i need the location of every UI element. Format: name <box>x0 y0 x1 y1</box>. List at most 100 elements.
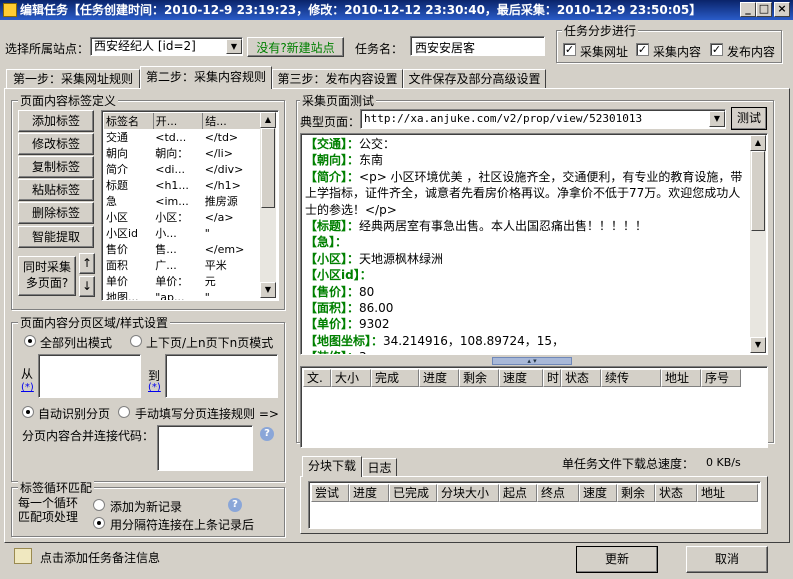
chevron-down-icon[interactable]: ▼ <box>226 39 242 54</box>
column-header[interactable]: 时 <box>543 369 561 387</box>
tag-row[interactable]: 地图... "ap... " <box>104 289 260 301</box>
note-icon[interactable] <box>14 548 32 564</box>
tab-blocks[interactable]: 分块下载 <box>302 456 362 477</box>
up-arrow-icon[interactable]: ↑ <box>79 253 95 274</box>
new-site-button[interactable]: 没有?新建站点 <box>247 37 344 57</box>
speed-value: 0 KB/s <box>706 456 741 469</box>
column-header[interactable]: 尝试 <box>311 484 349 502</box>
tag-row[interactable]: 售价 售... </em> <box>104 241 260 257</box>
splitter-grip-icon[interactable]: ▴ ▾ <box>492 357 572 365</box>
url-dropdown-icon[interactable]: ▼ <box>709 111 725 127</box>
tab-step1[interactable]: 第一步：采集网址规则 <box>6 69 140 89</box>
tag-row[interactable]: 小区 小区： </a> <box>104 209 260 225</box>
tab-step3[interactable]: 第三步：发布内容设置 <box>272 69 403 89</box>
column-header[interactable]: 大小 <box>331 369 371 387</box>
column-header[interactable]: 起点 <box>499 484 537 502</box>
tag-row[interactable]: 朝向 朝向： </li> <box>104 145 260 161</box>
url-input[interactable]: http://xa.anjuke.com/v2/prop/view/523010… <box>360 109 726 129</box>
tag-row[interactable]: 简介 <di... </div> <box>104 161 260 177</box>
tag-cell: 急 <box>106 195 117 208</box>
to-input[interactable] <box>165 354 278 398</box>
column-header[interactable]: 完成 <box>371 369 419 387</box>
delete-tag-button[interactable]: 删除标签 <box>18 202 94 224</box>
tag-list[interactable]: 标签名 开... 结... 交通 <td... </td> 朝向 朝向： </li> 简介 <di… <box>101 110 279 301</box>
result-value: 天地源枫林绿洲 <box>359 251 444 266</box>
tag-row[interactable]: 面积 广... 平米 <box>104 257 260 273</box>
column-header[interactable]: 剩余 <box>617 484 655 502</box>
scroll-down-icon[interactable]: ▼ <box>260 282 276 298</box>
step-2-checkbox[interactable]: ✓ <box>636 43 649 56</box>
splitter[interactable]: ▴ ▾ <box>300 356 768 366</box>
results-scroll-thumb[interactable] <box>751 151 765 231</box>
smart-extract-button[interactable]: 智能提取 <box>18 226 94 248</box>
update-button[interactable]: 更新 <box>576 546 658 573</box>
column-header[interactable]: 状态 <box>655 484 697 502</box>
column-header[interactable]: 终点 <box>537 484 579 502</box>
tag-row[interactable]: 急 <im... 推房源 <box>104 193 260 209</box>
column-header[interactable]: 速度 <box>499 369 543 387</box>
column-header[interactable]: 速度 <box>579 484 617 502</box>
merge-code-input[interactable] <box>157 425 253 471</box>
task-name-input[interactable]: 西安安居客 <box>410 36 545 56</box>
results-scroll-down-icon[interactable]: ▼ <box>750 337 766 353</box>
copy-tag-button[interactable]: 复制标签 <box>18 156 94 178</box>
to-star-link[interactable]: (*) <box>148 382 161 393</box>
url-label: 典型页面： <box>300 115 361 129</box>
column-header[interactable]: 文. <box>303 369 331 387</box>
tag-row[interactable]: 单价 单价： 元 <box>104 273 260 289</box>
close-button[interactable]: × <box>774 2 790 17</box>
paste-tag-button[interactable]: 粘贴标签 <box>18 179 94 201</box>
column-header[interactable]: 进度 <box>419 369 459 387</box>
loop-new-record-label: 添加为新记录 <box>110 500 183 514</box>
step-3-checkbox[interactable]: ✓ <box>710 43 723 56</box>
from-star-link[interactable]: (*) <box>21 382 34 393</box>
maximize-button[interactable]: □ <box>756 2 772 17</box>
loop-append-radio[interactable] <box>93 517 105 529</box>
from-input[interactable] <box>38 354 141 398</box>
help-icon[interactable]: ? <box>260 427 274 441</box>
mode-all-radio[interactable] <box>24 335 36 347</box>
note-link[interactable]: 点击添加任务备注信息 <box>40 549 160 566</box>
cancel-button[interactable]: 取消 <box>686 546 768 573</box>
column-header[interactable]: 进度 <box>349 484 389 502</box>
multi-page-button[interactable]: 同时采集多页面? <box>18 256 76 296</box>
column-header[interactable]: 已完成 <box>389 484 437 502</box>
manual-paging-radio[interactable] <box>118 406 130 418</box>
column-header[interactable]: 序号 <box>701 369 741 387</box>
col-end[interactable]: 结... <box>203 113 260 129</box>
add-tag-button[interactable]: 添加标签 <box>18 110 94 132</box>
result-value: 东南 <box>359 153 384 168</box>
tab-log[interactable]: 日志 <box>362 458 397 477</box>
scroll-up-icon[interactable]: ▲ <box>260 112 276 128</box>
col-start[interactable]: 开... <box>153 113 204 129</box>
down-arrow-icon[interactable]: ↓ <box>79 276 95 297</box>
column-header[interactable]: 续传 <box>601 369 661 387</box>
col-tag-name[interactable]: 标签名 <box>104 113 154 129</box>
result-key: 【售价】： <box>305 284 360 299</box>
column-header[interactable]: 状态 <box>561 369 601 387</box>
site-select[interactable]: 西安经纪人 [id=2] <box>90 37 243 56</box>
column-header[interactable]: 地址 <box>697 484 758 502</box>
result-line: 【售价】：80 <box>305 284 747 300</box>
results-scroll-up-icon[interactable]: ▲ <box>750 135 766 151</box>
mode-prevnext-radio[interactable] <box>130 335 142 347</box>
minimize-button[interactable]: _ <box>740 2 756 17</box>
blocks-list: 尝试 进度 已完成 分块大小 起点 终点 速度 剩余 状态 地址 <box>308 481 761 529</box>
test-button[interactable]: 测试 <box>731 107 767 130</box>
tag-cell: </a> <box>204 210 234 224</box>
auto-paging-radio[interactable] <box>22 406 34 418</box>
edit-tag-button[interactable]: 修改标签 <box>18 133 94 155</box>
tag-row[interactable]: 交通 <td... </td> <box>104 129 260 145</box>
tab-advanced[interactable]: 文件保存及部分高级设置 <box>403 69 546 89</box>
loop-help-icon[interactable]: ? <box>228 498 242 512</box>
column-header[interactable]: 剩余 <box>459 369 499 387</box>
column-header[interactable]: 地址 <box>661 369 701 387</box>
tag-row[interactable]: 标题 <h1... </h1> <box>104 177 260 193</box>
step-1-checkbox[interactable]: ✓ <box>563 43 576 56</box>
loop-new-record-radio[interactable] <box>93 499 105 511</box>
tab-step2[interactable]: 第二步：采集内容规则 <box>140 66 272 89</box>
column-header[interactable]: 分块大小 <box>437 484 499 502</box>
scroll-thumb[interactable] <box>261 128 275 208</box>
tag-row[interactable]: 小区id 小... " <box>104 225 260 241</box>
app-icon <box>3 3 17 17</box>
